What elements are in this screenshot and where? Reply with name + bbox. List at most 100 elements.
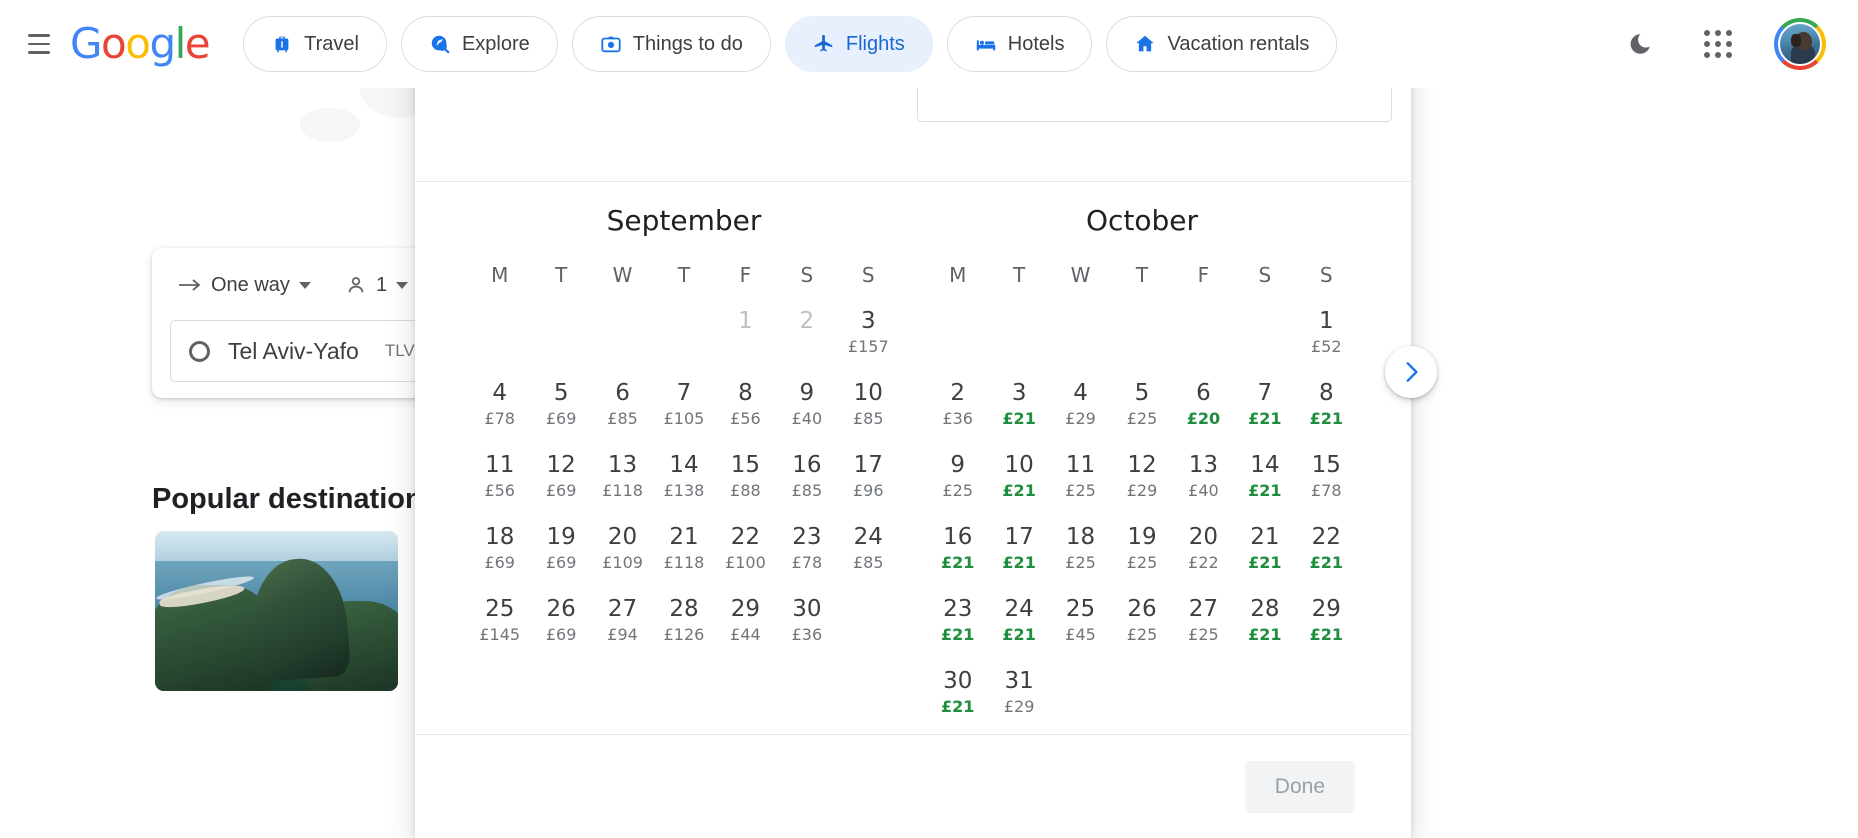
calendar-day-october-21[interactable]: 21 £21	[1234, 519, 1295, 585]
calendar-day-october-6[interactable]: 6 £20	[1173, 375, 1234, 441]
calendar-day-empty	[1173, 663, 1234, 729]
calendar-day-october-16[interactable]: 16 £21	[927, 519, 988, 585]
calendar-day-october-23[interactable]: 23 £21	[927, 591, 988, 657]
calendar-day-september-21[interactable]: 21 £118	[653, 519, 714, 585]
arrow-right-icon	[179, 279, 201, 291]
calendar-day-october-3[interactable]: 3 £21	[988, 375, 1049, 441]
calendar-day-september-10[interactable]: 10 £85	[838, 375, 899, 441]
day-number: 27	[607, 596, 638, 622]
calendar-day-october-18[interactable]: 18 £25	[1050, 519, 1111, 585]
google-logo[interactable]: Google	[70, 23, 211, 65]
done-button[interactable]: Done	[1244, 760, 1355, 813]
day-number: 13	[1188, 452, 1219, 478]
weekday-label: T	[555, 263, 568, 287]
calendar-day-october-15[interactable]: 15 £78	[1296, 447, 1357, 513]
apps-dot	[1715, 41, 1721, 47]
calendar-day-october-7[interactable]: 7 £21	[1234, 375, 1295, 441]
calendar-day-september-1: 1	[715, 303, 776, 369]
calendar-day-september-30[interactable]: 30 £36	[776, 591, 837, 657]
calendar-day-october-10[interactable]: 10 £21	[988, 447, 1049, 513]
calendar-day-september-6[interactable]: 6 £85	[592, 375, 653, 441]
trip-type-selector[interactable]: One way	[170, 268, 319, 303]
calendar-day-september-18[interactable]: 18 £69	[469, 519, 530, 585]
day-number: 17	[1004, 524, 1034, 550]
calendar-day-october-9[interactable]: 9 £25	[927, 447, 988, 513]
calendar-day-october-11[interactable]: 11 £25	[1050, 447, 1111, 513]
calendar-day-october-14[interactable]: 14 £21	[1234, 447, 1295, 513]
calendar-day-october-1[interactable]: 1 £52	[1296, 303, 1357, 369]
calendar-day-october-30[interactable]: 30 £21	[927, 663, 988, 729]
hamburger-menu-icon[interactable]	[22, 27, 56, 61]
day-price: £21	[1309, 553, 1343, 572]
calendar-day-empty	[1234, 663, 1295, 729]
day-number: 3	[860, 308, 876, 334]
calendar-day-september-22[interactable]: 22 £100	[715, 519, 776, 585]
avatar[interactable]	[1774, 18, 1826, 70]
calendar-day-september-13[interactable]: 13 £118	[592, 447, 653, 513]
destination-card[interactable]	[155, 531, 398, 691]
calendar-day-october-25[interactable]: 25 £45	[1050, 591, 1111, 657]
calendar-day-october-19[interactable]: 19 £25	[1111, 519, 1172, 585]
day-number: 20	[607, 524, 638, 550]
apps-dot	[1704, 52, 1710, 58]
moon-icon[interactable]	[1618, 22, 1662, 66]
nav-pill-flights[interactable]: Flights	[784, 16, 933, 72]
day-price: £78	[484, 409, 515, 428]
calendar-day-october-27[interactable]: 27 £25	[1173, 591, 1234, 657]
calendar-day-october-13[interactable]: 13 £40	[1173, 447, 1234, 513]
apps-dot	[1726, 52, 1732, 58]
calendar-day-september-8[interactable]: 8 £56	[715, 375, 776, 441]
calendar-day-september-28[interactable]: 28 £126	[653, 591, 714, 657]
apps-dot	[1704, 41, 1710, 47]
passengers-selector[interactable]: 1	[337, 268, 416, 303]
next-month-button[interactable]	[1385, 346, 1437, 398]
calendar-day-october-24[interactable]: 24 £21	[988, 591, 1049, 657]
calendar-day-october-17[interactable]: 17 £21	[988, 519, 1049, 585]
calendar-day-september-27[interactable]: 27 £94	[592, 591, 653, 657]
day-number: 7	[676, 380, 692, 406]
calendar-month-october: October M T W T F S S 1 £52 2 £36 3 £21 4 £29 5 £…	[913, 182, 1371, 734]
calendar-day-september-29[interactable]: 29 £44	[715, 591, 776, 657]
calendar-day-october-29[interactable]: 29 £21	[1296, 591, 1357, 657]
calendar-day-october-26[interactable]: 26 £25	[1111, 591, 1172, 657]
calendar-day-september-26[interactable]: 26 £69	[530, 591, 591, 657]
apps-grid-icon[interactable]	[1696, 22, 1740, 66]
nav-pill-travel[interactable]: Travel	[243, 16, 387, 72]
calendar-day-october-5[interactable]: 5 £25	[1111, 375, 1172, 441]
calendar-day-september-4[interactable]: 4 £78	[469, 375, 530, 441]
calendar-day-october-31[interactable]: 31 £29	[988, 663, 1049, 729]
nav-pill-vacation-rentals[interactable]: Vacation rentals	[1106, 16, 1338, 72]
calendar-day-september-11[interactable]: 11 £56	[469, 447, 530, 513]
calendar-day-september-14[interactable]: 14 £138	[653, 447, 714, 513]
calendar-day-september-25[interactable]: 25 £145	[469, 591, 530, 657]
calendar-day-october-28[interactable]: 28 £21	[1234, 591, 1295, 657]
calendar-day-september-12[interactable]: 12 £69	[530, 447, 591, 513]
nav-pill-label: Things to do	[632, 32, 743, 55]
calendar-day-october-4[interactable]: 4 £29	[1050, 375, 1111, 441]
calendar-day-september-16[interactable]: 16 £85	[776, 447, 837, 513]
day-number: 2	[799, 308, 815, 334]
day-number: 1	[1318, 308, 1334, 334]
calendar-day-september-24[interactable]: 24 £85	[838, 519, 899, 585]
calendar-day-september-5[interactable]: 5 £69	[530, 375, 591, 441]
calendar-day-september-3[interactable]: 3 £157	[838, 303, 899, 369]
nav-pill-things-to-do[interactable]: Things to do	[571, 16, 771, 72]
calendar-day-september-19[interactable]: 19 £69	[530, 519, 591, 585]
calendar-day-september-7[interactable]: 7 £105	[653, 375, 714, 441]
day-number: 22	[1311, 524, 1341, 550]
nav-pill-explore[interactable]: Explore	[400, 16, 558, 72]
nav-pill-hotels[interactable]: Hotels	[946, 16, 1093, 72]
calendar-day-september-9[interactable]: 9 £40	[776, 375, 837, 441]
calendar-day-september-20[interactable]: 20 £109	[592, 519, 653, 585]
nav-pill-label: Vacation rentals	[1167, 32, 1310, 55]
calendar-day-october-2[interactable]: 2 £36	[927, 375, 988, 441]
calendar-day-october-12[interactable]: 12 £29	[1111, 447, 1172, 513]
logo-letter: l	[174, 19, 187, 68]
calendar-day-october-22[interactable]: 22 £21	[1296, 519, 1357, 585]
calendar-day-october-8[interactable]: 8 £21	[1296, 375, 1357, 441]
calendar-day-september-17[interactable]: 17 £96	[838, 447, 899, 513]
calendar-day-october-20[interactable]: 20 £22	[1173, 519, 1234, 585]
calendar-day-september-23[interactable]: 23 £78	[776, 519, 837, 585]
calendar-day-september-15[interactable]: 15 £88	[715, 447, 776, 513]
day-number: 22	[730, 524, 761, 550]
